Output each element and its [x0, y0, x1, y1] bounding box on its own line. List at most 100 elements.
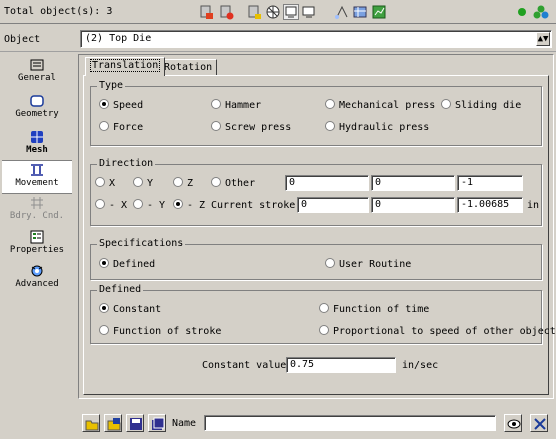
- direction-z-radio[interactable]: Z: [173, 177, 193, 189]
- boundary-condition-icon: [31, 197, 43, 209]
- sidebar-item-movement[interactable]: Movement: [2, 160, 72, 194]
- transform-icon[interactable]: [334, 4, 350, 20]
- radio-icon: [325, 121, 335, 131]
- tab-translation[interactable]: Translation: [85, 57, 166, 76]
- radio-label: Z: [187, 178, 194, 189]
- spec-user-routine-radio[interactable]: User Routine: [325, 258, 411, 270]
- properties-icon: [30, 230, 44, 244]
- radio-selected-icon: [99, 303, 109, 313]
- defined-function-of-stroke-radio[interactable]: Function of stroke: [99, 325, 221, 337]
- view-button[interactable]: [504, 414, 522, 432]
- type-screw-press-radio[interactable]: Screw press: [211, 121, 291, 133]
- radio-label: Speed: [113, 100, 144, 111]
- type-mechanical-press-radio[interactable]: Mechanical press: [325, 99, 435, 111]
- defined-proportional-radio[interactable]: Proportional to speed of other object: [319, 325, 556, 337]
- sidebar-item-general[interactable]: General: [2, 58, 72, 92]
- window-view-icon[interactable]: [283, 4, 299, 20]
- defined-group: Defined Constant Function of time Functi…: [90, 284, 556, 344]
- display-view-icon[interactable]: [301, 4, 317, 20]
- radio-icon: [173, 177, 183, 187]
- save-as-button[interactable]: [104, 414, 122, 432]
- spin-icon[interactable]: ▲▼: [536, 32, 550, 46]
- type-hammer-radio[interactable]: Hammer: [211, 99, 261, 111]
- radio-icon: [95, 199, 105, 209]
- floppy-disk-icon: [130, 418, 142, 430]
- open-file-button[interactable]: [82, 414, 100, 432]
- constant-value-input[interactable]: 0.75: [286, 357, 396, 373]
- sidebar-item-advanced[interactable]: Advanced: [2, 264, 72, 298]
- type-hydraulic-press-radio[interactable]: Hydraulic press: [325, 121, 429, 133]
- defined-function-of-time-radio[interactable]: Function of time: [319, 303, 429, 315]
- radio-icon: [325, 99, 335, 109]
- radio-label: Hydraulic press: [339, 122, 430, 133]
- type-force-radio[interactable]: Force: [99, 121, 143, 133]
- spec-defined-radio[interactable]: Defined: [99, 258, 155, 270]
- radio-icon: [211, 99, 221, 109]
- tab-label: Translation: [90, 59, 161, 72]
- radio-label: Sliding die: [455, 100, 522, 111]
- current-stroke-label: Current stroke: [211, 200, 296, 211]
- radio-selected-icon: [99, 258, 109, 268]
- sidebar-item-properties[interactable]: Properties: [2, 230, 72, 264]
- sidebar-item-geometry[interactable]: Geometry: [2, 94, 72, 128]
- advanced-icon: [31, 265, 43, 277]
- total-objects-label: Total object(s): 3: [4, 6, 113, 17]
- radio-icon: [99, 325, 109, 335]
- defined-constant-radio[interactable]: Constant: [99, 303, 161, 315]
- name-label: Name: [172, 418, 197, 429]
- stroke-unit-label: in: [527, 200, 540, 211]
- name-input[interactable]: [204, 415, 496, 431]
- stroke-y-input[interactable]: 0: [371, 197, 455, 213]
- sidebar-item-label: Movement: [15, 178, 59, 188]
- objects-group-icon[interactable]: [532, 4, 549, 20]
- direction-other-radio[interactable]: Other: [211, 177, 255, 189]
- radio-selected-icon: [99, 99, 109, 109]
- direction-x-radio[interactable]: X: [95, 177, 115, 189]
- sidebar-item-label: Geometry: [15, 109, 59, 119]
- insert-object-icon[interactable]: [198, 4, 214, 20]
- radio-label: Force: [113, 122, 144, 133]
- other-z-input[interactable]: -1: [457, 175, 523, 191]
- sidebar-item-label: General: [18, 73, 56, 83]
- bottom-toolbar: Name: [78, 412, 556, 436]
- mesh-view-icon[interactable]: [265, 4, 281, 20]
- stroke-z-input[interactable]: -1.00685: [457, 197, 523, 213]
- direction-neg-z-radio[interactable]: - Z: [173, 199, 205, 211]
- specifications-group: Specifications Defined User Routine: [90, 238, 542, 280]
- delete-object-icon[interactable]: [218, 4, 234, 20]
- radio-icon: [319, 325, 329, 335]
- radio-label: Screw press: [225, 122, 292, 133]
- chart-icon[interactable]: [371, 4, 387, 20]
- type-group: Type Speed Hammer Mechanical press Slidi…: [90, 80, 542, 146]
- eye-icon: [507, 419, 521, 429]
- radio-label: Proportional to speed of other object: [333, 326, 556, 337]
- other-y-input[interactable]: 0: [371, 175, 455, 191]
- type-speed-radio[interactable]: Speed: [99, 99, 143, 111]
- save-button[interactable]: [126, 414, 144, 432]
- radio-label: Function of stroke: [113, 326, 222, 337]
- constant-value-label: Constant value: [202, 360, 287, 371]
- table-icon[interactable]: [352, 4, 368, 20]
- sidebar-item-mesh[interactable]: Mesh: [2, 130, 72, 164]
- radio-label: Constant: [113, 304, 162, 315]
- type-sliding-die-radio[interactable]: Sliding die: [441, 99, 521, 111]
- direction-neg-y-radio[interactable]: - Y: [133, 199, 165, 211]
- tab-rotation[interactable]: Rotation: [159, 59, 218, 76]
- save-all-button[interactable]: [148, 414, 166, 432]
- direction-y-radio[interactable]: Y: [133, 177, 153, 189]
- stroke-x-input[interactable]: 0: [297, 197, 369, 213]
- sidebar-item-label: Mesh: [26, 145, 48, 155]
- sidebar-item-bdry-cnd[interactable]: Bdry. Cnd.: [2, 196, 72, 230]
- radio-label: Function of time: [333, 304, 430, 315]
- object-row: Object (2) Top Die ▲▼: [0, 26, 556, 52]
- defined-legend: Defined: [97, 284, 144, 295]
- object-select[interactable]: (2) Top Die ▲▼: [80, 30, 552, 48]
- other-x-input[interactable]: 0: [285, 175, 369, 191]
- radio-label: Mechanical press: [339, 100, 436, 111]
- radio-icon: [211, 177, 221, 187]
- sidebar: General Geometry Mesh Movement Bdry. Cnd…: [0, 52, 74, 439]
- close-button[interactable]: [530, 414, 548, 432]
- direction-neg-x-radio[interactable]: - X: [95, 199, 127, 211]
- object-stack-icon[interactable]: [246, 4, 262, 20]
- close-icon: [534, 418, 546, 430]
